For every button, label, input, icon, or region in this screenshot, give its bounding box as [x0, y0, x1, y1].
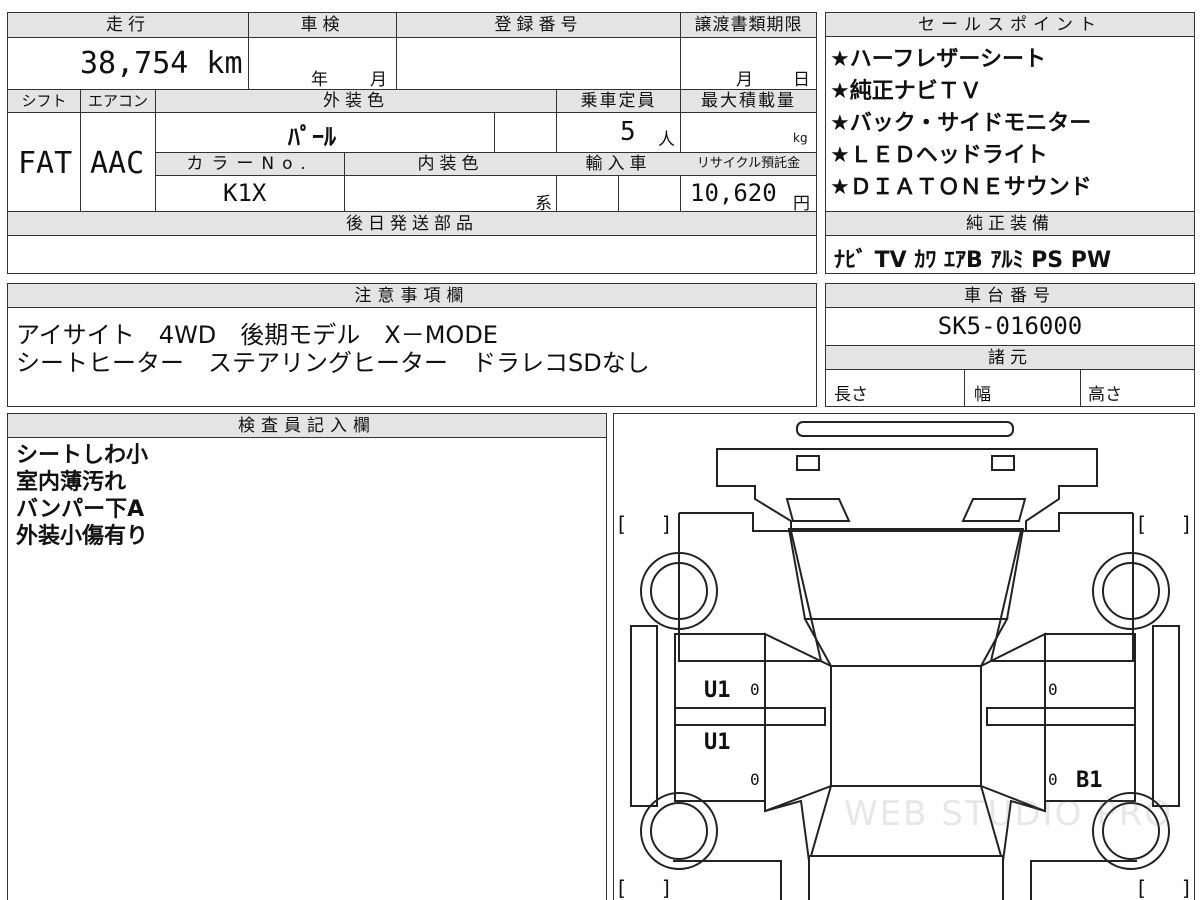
list-item: 室内薄汚れ	[16, 470, 127, 495]
interior-color-label: 内装色	[417, 154, 484, 174]
zero-mark: 0	[1048, 770, 1058, 789]
inspector-list: シートしわ小 室内薄汚れ バンパー下A 外装小傷有り	[16, 442, 148, 550]
bracket-open-top-left: [	[618, 512, 626, 536]
list-item: ★バック・サイドモニター	[830, 111, 1092, 136]
shift-label: シフト	[21, 92, 67, 110]
inspection-month-unit: 月	[370, 70, 387, 90]
spec-length-label: 長さ	[834, 385, 868, 405]
mileage-value: 38,754 km	[80, 46, 243, 81]
max-load-unit: kg	[793, 131, 808, 145]
list-item: ★ハーフレザーシート	[830, 47, 1046, 72]
bracket-close-top-right: ]	[1182, 512, 1190, 536]
list-item: バンパー下A	[16, 497, 145, 522]
mark-left-lower-door: U1	[704, 730, 731, 755]
sales-points-panel: セールスポイント ★ハーフレザーシート ★純正ナビＴＶ ★バック・サイドモニター…	[825, 12, 1195, 274]
list-item: ★ＬＥＤヘッドライト	[830, 143, 1048, 168]
inspection-year-unit: 年	[311, 70, 328, 90]
exterior-color-value: ﾊﾟｰﾙ	[288, 123, 336, 151]
shift-value: FAT	[18, 146, 73, 181]
list-item: 外装小傷有り	[16, 524, 149, 549]
bracket-open-bottom-right: [	[1138, 876, 1146, 900]
bracket-close-top-left: ]	[662, 512, 670, 536]
transfer-deadline-label: 譲渡書類期限	[694, 15, 803, 35]
capacity-unit: 人	[658, 130, 675, 150]
zero-mark: 0	[750, 770, 760, 789]
capacity-label: 乗車定員	[580, 91, 657, 111]
sales-points-list: ★ハーフレザーシート ★純正ナビＴＶ ★バック・サイドモニター ★ＬＥＤヘッドラ…	[830, 44, 1092, 204]
chassis-panel: 車台番号 SK5-016000 諸元 長さ 幅 高さ	[825, 283, 1195, 407]
spec-width-label: 幅	[974, 385, 991, 405]
mark-right-lower-door: B1	[1076, 768, 1103, 793]
transfer-month-unit: 月	[736, 70, 753, 90]
genuine-equipment-value: ﾅﾋﾞ TV ｶﾜ ｴｱB ｱﾙﾐ PS PW	[834, 248, 1112, 273]
capacity-value: 5	[620, 117, 636, 147]
car-damage-diagram: [ ] [ ] [ ] [ ] U1 U1 B1 0 0 0 0 WEB STU…	[613, 413, 1195, 900]
vehicle-info-table: 走行 車検 登録番号 譲渡書類期限 38,754 km 年 月 月 日 シフト …	[7, 12, 817, 274]
mark-left-upper-door: U1	[704, 678, 731, 703]
sales-points-title: セールスポイント	[826, 13, 1194, 37]
registration-label: 登録番号	[494, 15, 583, 35]
specs-title: 諸元	[988, 348, 1032, 368]
notes-line-2: シートヒーター ステアリングヒーター ドラレコSDなし	[16, 349, 650, 377]
notes-panel: 注意事項欄 アイサイト 4WD 後期モデル X－MODE シートヒーター ステア…	[7, 283, 817, 407]
chassis-value: SK5-016000	[937, 312, 1083, 340]
recycle-value: 10,620	[690, 179, 777, 207]
color-no-value: K1X	[223, 179, 267, 207]
inspection-label: 車検	[300, 15, 345, 35]
aircon-value: AAC	[90, 146, 145, 181]
bracket-open-bottom-left: [	[618, 876, 626, 900]
list-item: シートしわ小	[16, 443, 149, 468]
watermark: WEB STUDIO PRO	[844, 794, 1174, 834]
bracket-open-top-right: [	[1138, 512, 1146, 536]
exterior-color-label: 外装色	[323, 91, 389, 111]
list-item: ★純正ナビＴＶ	[830, 79, 982, 104]
bracket-close-bottom-left: ]	[662, 876, 670, 900]
bracket-close-bottom-right: ]	[1182, 876, 1190, 900]
mileage-label: 走行	[106, 15, 150, 35]
list-item: ★ＤＩＡＴＯＮＥサウンド	[830, 175, 1092, 200]
spec-height-label: 高さ	[1088, 385, 1122, 405]
notes-title: 注意事項欄	[8, 284, 816, 308]
color-no-label: カラーNo.	[186, 154, 314, 174]
max-load-label: 最大積載量	[701, 91, 796, 111]
import-label: 輸入車	[585, 154, 652, 174]
aircon-label: エアコン	[87, 92, 148, 110]
genuine-equipment-title: 純正装備	[966, 214, 1054, 234]
chassis-title: 車台番号	[826, 284, 1194, 308]
inspector-panel: 検査員記入欄 シートしわ小 室内薄汚れ バンパー下A 外装小傷有り	[7, 413, 607, 900]
zero-mark: 0	[1048, 680, 1058, 699]
zero-mark: 0	[750, 680, 760, 699]
inspector-title: 検査員記入欄	[8, 414, 606, 438]
recycle-label: リサイクル預託金	[696, 156, 801, 171]
later-parts-label: 後日発送部品	[346, 214, 478, 234]
transfer-day-unit: 日	[793, 70, 810, 90]
